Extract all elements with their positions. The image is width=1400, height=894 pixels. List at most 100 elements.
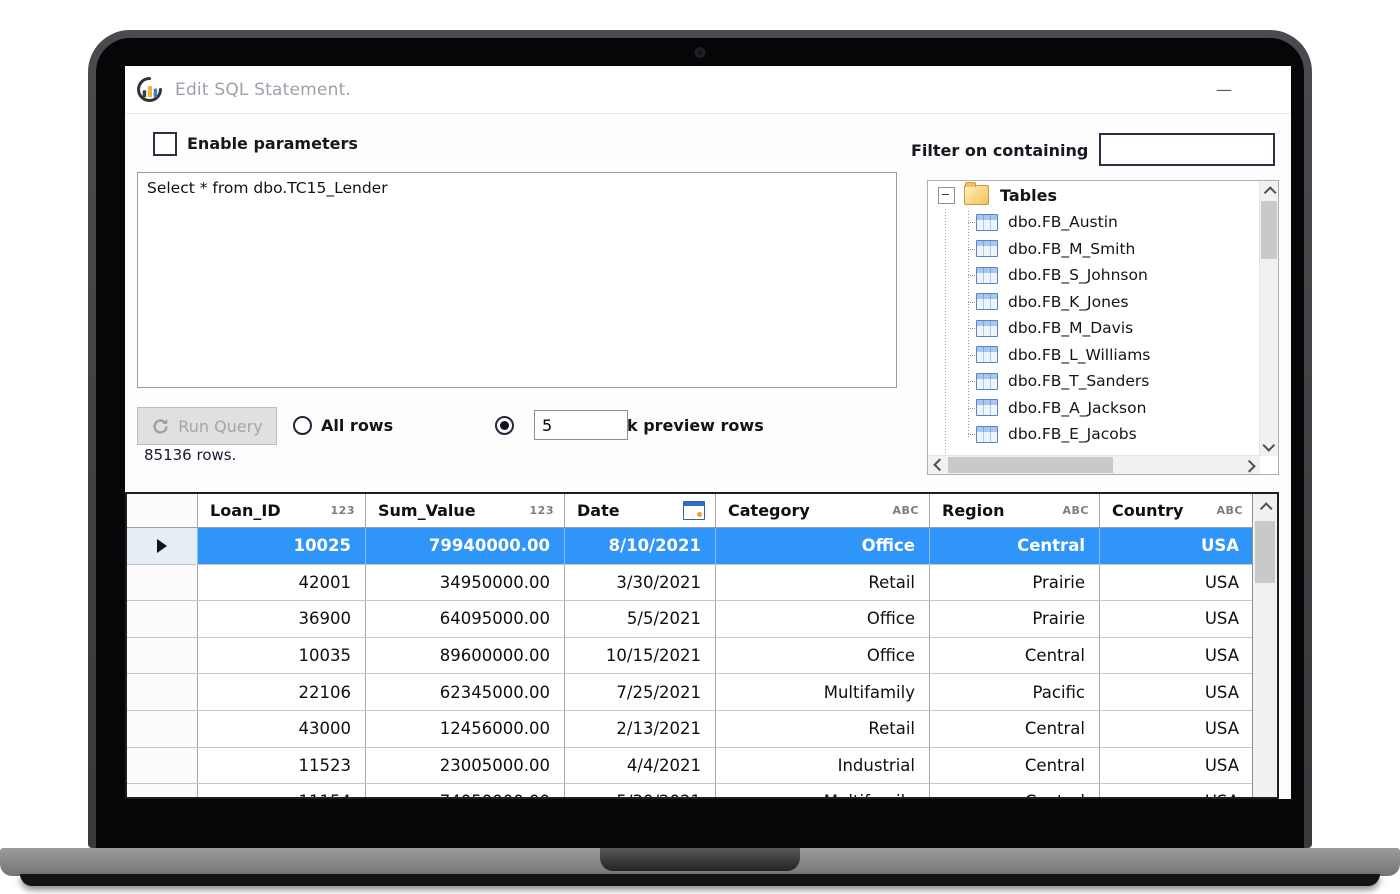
table-row[interactable]: 1115474050000.005/30/2021MultifamilyCent… bbox=[127, 784, 1277, 799]
tree-table-item[interactable]: dbo.FB_K_Jones bbox=[928, 289, 1260, 316]
table-cell[interactable]: Multifamily bbox=[715, 674, 929, 710]
column-header-country[interactable]: CountryABC bbox=[1099, 494, 1253, 527]
table-cell[interactable]: Central bbox=[929, 638, 1099, 674]
table-row[interactable]: 2210662345000.007/25/2021MultifamilyPaci… bbox=[127, 674, 1277, 711]
table-cell[interactable]: 34950000.00 bbox=[365, 565, 564, 601]
table-cell[interactable]: Office bbox=[715, 638, 929, 674]
table-cell[interactable]: Central bbox=[929, 528, 1099, 564]
tree-vertical-scrollbar[interactable] bbox=[1259, 181, 1278, 456]
column-header-category[interactable]: CategoryABC bbox=[715, 494, 929, 527]
row-selector-header[interactable] bbox=[127, 494, 197, 527]
table-cell[interactable]: 5/30/2021 bbox=[564, 784, 715, 799]
table-cell[interactable]: Central bbox=[929, 711, 1099, 747]
table-cell[interactable]: 74050000.00 bbox=[365, 784, 564, 799]
scroll-right-button[interactable] bbox=[1242, 456, 1260, 474]
row-selector-cell[interactable] bbox=[127, 638, 197, 674]
scrollbar-thumb[interactable] bbox=[1261, 201, 1277, 259]
row-selector-cell[interactable] bbox=[127, 528, 197, 564]
row-selector-cell[interactable] bbox=[127, 674, 197, 710]
scroll-left-button[interactable] bbox=[928, 456, 946, 474]
table-row[interactable]: 1002579940000.008/10/2021OfficeCentralUS… bbox=[127, 528, 1277, 565]
preview-rows-radio[interactable] bbox=[495, 416, 514, 435]
table-cell[interactable]: 36900 bbox=[197, 601, 365, 637]
tree-table-item[interactable]: dbo.FB_T_Sanders bbox=[928, 368, 1260, 395]
table-cell[interactable]: 64095000.00 bbox=[365, 601, 564, 637]
tree-table-item[interactable]: dbo.FB_E_Jacobs bbox=[928, 421, 1260, 448]
table-cell[interactable]: Prairie bbox=[929, 601, 1099, 637]
tree-horizontal-scrollbar[interactable] bbox=[928, 455, 1260, 474]
scroll-down-button[interactable] bbox=[1260, 438, 1278, 456]
table-cell[interactable]: USA bbox=[1099, 784, 1253, 799]
table-cell[interactable]: 23005000.00 bbox=[365, 748, 564, 784]
table-cell[interactable]: Pacific bbox=[929, 674, 1099, 710]
table-row[interactable]: 3690064095000.005/5/2021OfficePrairieUSA bbox=[127, 601, 1277, 638]
scroll-up-button[interactable] bbox=[1253, 494, 1277, 518]
row-selector-cell[interactable] bbox=[127, 784, 197, 799]
table-cell[interactable]: 7/25/2021 bbox=[564, 674, 715, 710]
table-row[interactable]: 1152323005000.004/4/2021IndustrialCentra… bbox=[127, 748, 1277, 785]
tree-collapse-icon[interactable] bbox=[938, 187, 955, 204]
row-selector-cell[interactable] bbox=[127, 748, 197, 784]
table-cell[interactable]: 12456000.00 bbox=[365, 711, 564, 747]
column-header-region[interactable]: RegionABC bbox=[929, 494, 1099, 527]
table-cell[interactable]: 42001 bbox=[197, 565, 365, 601]
table-cell[interactable]: Central bbox=[929, 748, 1099, 784]
table-cell[interactable]: 10/15/2021 bbox=[564, 638, 715, 674]
tree-table-item[interactable]: dbo.FB_L_Williams bbox=[928, 342, 1260, 369]
column-header-date[interactable]: Date bbox=[564, 494, 715, 527]
table-cell[interactable]: Retail bbox=[715, 565, 929, 601]
enable-parameters-checkbox[interactable] bbox=[153, 132, 177, 156]
column-header-loan_id[interactable]: Loan_ID123 bbox=[197, 494, 365, 527]
table-cell[interactable]: 10025 bbox=[197, 528, 365, 564]
filter-input[interactable] bbox=[1099, 133, 1275, 166]
scroll-up-button[interactable] bbox=[1260, 181, 1278, 199]
minimize-button[interactable]: — bbox=[1215, 78, 1233, 100]
table-cell[interactable]: Industrial bbox=[715, 748, 929, 784]
table-cell[interactable]: Office bbox=[715, 528, 929, 564]
table-cell[interactable]: 79940000.00 bbox=[365, 528, 564, 564]
tree-table-item[interactable]: dbo.FB_M_Davis bbox=[928, 315, 1260, 342]
scrollbar-thumb[interactable] bbox=[948, 457, 1113, 473]
table-cell[interactable]: USA bbox=[1099, 638, 1253, 674]
table-cell[interactable]: Office bbox=[715, 601, 929, 637]
table-cell[interactable]: USA bbox=[1099, 674, 1253, 710]
table-cell[interactable]: 43000 bbox=[197, 711, 365, 747]
tree-table-item[interactable]: dbo.FB_S_Johnson bbox=[928, 262, 1260, 289]
tree-table-item[interactable]: dbo.FB_A_Jackson bbox=[928, 395, 1260, 422]
table-cell[interactable]: Retail bbox=[715, 711, 929, 747]
run-query-button[interactable]: Run Query bbox=[137, 407, 277, 445]
table-cell[interactable]: Multifamily bbox=[715, 784, 929, 799]
table-row[interactable]: 4300012456000.002/13/2021RetailCentralUS… bbox=[127, 711, 1277, 748]
table-cell[interactable]: 5/5/2021 bbox=[564, 601, 715, 637]
all-rows-radio[interactable] bbox=[293, 416, 312, 435]
row-selector-cell[interactable] bbox=[127, 565, 197, 601]
table-cell[interactable]: 22106 bbox=[197, 674, 365, 710]
grid-vertical-scrollbar[interactable] bbox=[1252, 494, 1277, 797]
scrollbar-thumb[interactable] bbox=[1255, 521, 1275, 583]
column-header-sum_value[interactable]: Sum_Value123 bbox=[365, 494, 564, 527]
row-selector-cell[interactable] bbox=[127, 601, 197, 637]
table-cell[interactable]: 11523 bbox=[197, 748, 365, 784]
table-cell[interactable]: USA bbox=[1099, 528, 1253, 564]
table-cell[interactable]: USA bbox=[1099, 565, 1253, 601]
table-row[interactable]: 1003589600000.0010/15/2021OfficeCentralU… bbox=[127, 638, 1277, 675]
table-cell[interactable]: 8/10/2021 bbox=[564, 528, 715, 564]
table-cell[interactable]: 89600000.00 bbox=[365, 638, 564, 674]
table-cell[interactable]: 10035 bbox=[197, 638, 365, 674]
preview-rows-input[interactable] bbox=[534, 410, 628, 440]
table-cell[interactable]: 11154 bbox=[197, 784, 365, 799]
table-cell[interactable]: Central bbox=[929, 784, 1099, 799]
table-cell[interactable]: 4/4/2021 bbox=[564, 748, 715, 784]
tree-root-tables[interactable]: Tables bbox=[928, 181, 1260, 209]
table-cell[interactable]: USA bbox=[1099, 711, 1253, 747]
tree-table-item[interactable]: dbo.FB_Austin bbox=[928, 209, 1260, 236]
table-cell[interactable]: USA bbox=[1099, 601, 1253, 637]
table-cell[interactable]: USA bbox=[1099, 748, 1253, 784]
sql-statement-editor[interactable]: Select * from dbo.TC15_Lender bbox=[137, 172, 897, 388]
row-selector-cell[interactable] bbox=[127, 711, 197, 747]
table-row[interactable]: 4200134950000.003/30/2021RetailPrairieUS… bbox=[127, 565, 1277, 602]
table-cell[interactable]: Prairie bbox=[929, 565, 1099, 601]
table-cell[interactable]: 2/13/2021 bbox=[564, 711, 715, 747]
table-cell[interactable]: 3/30/2021 bbox=[564, 565, 715, 601]
table-cell[interactable]: 62345000.00 bbox=[365, 674, 564, 710]
